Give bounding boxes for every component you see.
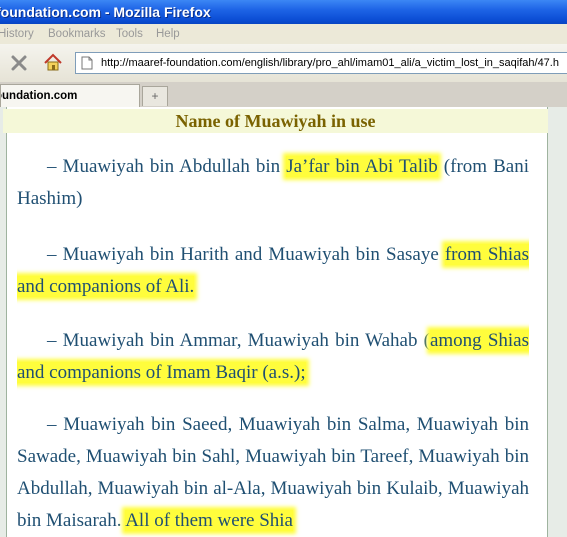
new-tab-button[interactable]: +	[142, 86, 168, 106]
tab-label: oundation.com	[0, 90, 78, 102]
paragraph-text: – Muawiyah bin Harith and Muawiyah bin S…	[47, 244, 445, 265]
tab-active[interactable]: oundation.com	[0, 84, 140, 107]
page-icon	[81, 56, 93, 70]
paragraph-text: – Muawiyah bin Abdullah bin	[47, 156, 287, 177]
menu-help[interactable]: Help	[156, 24, 180, 44]
paragraph-3: – Muawiyah bin Ammar, Muawiyah bin Wahab…	[17, 325, 529, 389]
paragraph-1: – Muawiyah bin Abdullah bin Ja’far bin A…	[17, 151, 529, 215]
home-button[interactable]	[42, 52, 64, 74]
url-text[interactable]: http://maaref-foundation.com/english/lib…	[101, 53, 559, 73]
highlighted-text: Ja’far bin Abi Talib	[286, 156, 438, 177]
close-icon	[11, 55, 27, 71]
navigation-toolbar: http://maaref-foundation.com/english/lib…	[0, 44, 567, 83]
paragraph-text: – Muawiyah bin Ammar, Muawiyah bin Wahab…	[47, 330, 430, 351]
highlighted-text: All of them were Shia	[125, 510, 293, 531]
menu-bookmarks[interactable]: Bookmarks	[48, 24, 106, 44]
paragraph-4: – Muawiyah bin Saeed, Muawiyah bin Salma…	[17, 409, 529, 537]
menu-tools[interactable]: Tools	[116, 24, 143, 44]
tab-bar: oundation.com +	[0, 82, 567, 108]
menu-history[interactable]: History	[0, 24, 34, 44]
home-icon	[44, 53, 62, 71]
page-viewport: Name of Muawiyah in use – Muawiyah bin A…	[0, 107, 567, 537]
window-title-bar: foundation.com - Mozilla Firefox	[0, 0, 567, 24]
plus-icon: +	[151, 89, 159, 103]
url-bar[interactable]: http://maaref-foundation.com/english/lib…	[75, 52, 567, 74]
paragraph-2: – Muawiyah bin Harith and Muawiyah bin S…	[17, 239, 529, 303]
window-title: foundation.com - Mozilla Firefox	[0, 4, 211, 20]
menu-bar: History Bookmarks Tools Help	[0, 24, 567, 44]
stop-button[interactable]	[8, 52, 30, 74]
section-heading: Name of Muawiyah in use	[3, 109, 548, 133]
